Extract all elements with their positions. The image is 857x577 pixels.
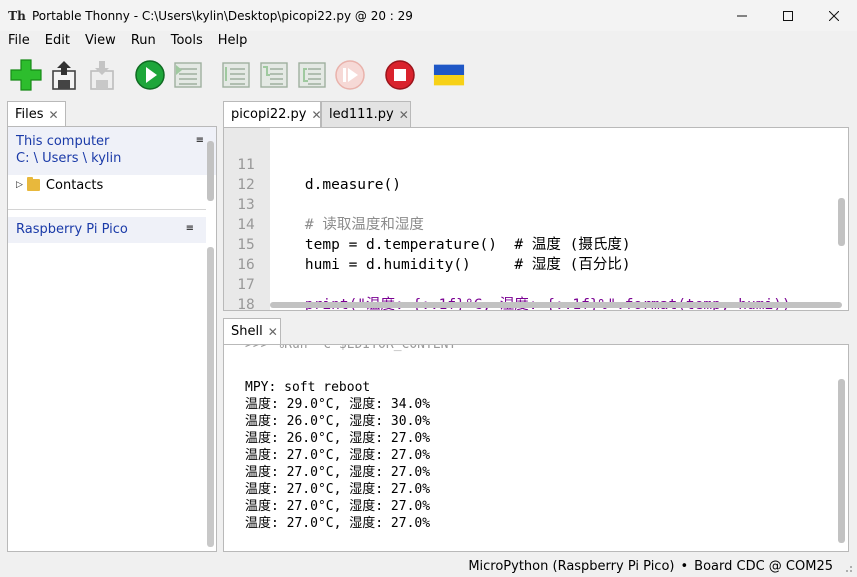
menu-view[interactable]: View xyxy=(77,31,123,51)
step-over-button[interactable] xyxy=(220,59,252,91)
code-line[interactable]: 15 humi = d.humidity() # 湿度 (百分比) xyxy=(224,215,844,273)
window-controls xyxy=(719,0,857,31)
shell-previous-command: >>> %Run -c $EDITOR_CONTENT xyxy=(245,344,457,352)
stop-button[interactable] xyxy=(384,59,416,91)
device-label[interactable]: Raspberry Pi Pico xyxy=(16,221,198,238)
device-scrollbar[interactable] xyxy=(207,247,214,547)
window-title: Portable Thonny - C:\Users\kylin\Desktop… xyxy=(32,8,413,23)
menu-file[interactable]: File xyxy=(0,31,37,51)
files-scrollbar[interactable] xyxy=(207,141,214,201)
expand-triangle-icon[interactable]: ▷ xyxy=(16,180,23,190)
editor-tab-label: led111.py xyxy=(329,107,394,122)
close-icon xyxy=(829,10,839,21)
shell-tab-label: Shell xyxy=(231,324,263,339)
shell-output-line: 温度: 26.0°C, 湿度: 27.0% xyxy=(245,431,431,446)
device-menu-icon[interactable]: ≡ xyxy=(186,223,194,234)
new-file-icon xyxy=(10,59,42,91)
status-separator: • xyxy=(680,558,689,574)
new-file-button[interactable] xyxy=(10,59,42,91)
close-tab-icon[interactable]: ✕ xyxy=(311,108,321,122)
code-line[interactable]: 13 # 读取温度和湿度 xyxy=(224,175,844,233)
tab-shell[interactable]: Shell ✕ xyxy=(223,318,281,344)
close-tab-icon[interactable]: ✕ xyxy=(268,325,278,339)
save-icon xyxy=(90,61,114,90)
shell-output-line: 温度: 27.0°C, 湿度: 27.0% xyxy=(245,448,431,463)
this-computer-label[interactable]: This computer xyxy=(16,133,208,150)
file-item-name: Contacts xyxy=(45,177,104,193)
shell-output-line: 温度: 27.0°C, 湿度: 27.0% xyxy=(245,516,431,531)
close-window-button[interactable] xyxy=(811,0,857,31)
menu-tools[interactable]: Tools xyxy=(163,31,210,51)
debug-icon xyxy=(174,62,202,88)
tab-files-label: Files xyxy=(15,107,44,122)
code-line[interactable]: 12 xyxy=(224,155,844,193)
tab-led111[interactable]: led111.py ✕ xyxy=(321,101,411,127)
menu-bar: File Edit View Run Tools Help xyxy=(0,31,857,51)
code-line[interactable]: 14 temp = d.temperature() # 温度 (摄氏度) xyxy=(224,195,844,253)
interpreter-selector[interactable]: MicroPython (Raspberry Pi Pico) xyxy=(468,559,674,574)
code-editor[interactable]: 11 d.measure() 12 13 # 读取温度和湿度 14 temp =… xyxy=(223,127,849,311)
step-out-button[interactable] xyxy=(296,59,328,91)
editor-vertical-scrollbar[interactable] xyxy=(838,198,845,246)
ukraine-flag-icon xyxy=(433,64,465,86)
close-tab-icon[interactable]: ✕ xyxy=(399,108,409,122)
maximize-button[interactable] xyxy=(765,0,811,31)
shell-output-line: 温度: 27.0°C, 湿度: 27.0% xyxy=(245,465,431,480)
resize-grip-icon[interactable] xyxy=(843,563,853,573)
minimize-icon xyxy=(737,15,747,16)
shell-vertical-scrollbar[interactable] xyxy=(838,379,845,543)
code-line[interactable]: 16 xyxy=(224,235,844,273)
device-section: Raspberry Pi Pico ≡ xyxy=(8,217,206,243)
resume-icon xyxy=(335,60,365,90)
menu-edit[interactable]: Edit xyxy=(37,31,77,51)
port-selector[interactable]: Board CDC @ COM25 xyxy=(694,559,833,574)
debug-button[interactable] xyxy=(172,59,204,91)
editor-horizontal-scrollbar[interactable] xyxy=(270,302,842,308)
files-panel: This computer C: \ Users \ kylin ≡ ▷ Con… xyxy=(7,126,217,552)
shell-output-line: MPY: soft reboot xyxy=(245,380,371,395)
editor-tab-label: picopi22.py xyxy=(231,107,307,122)
load-button[interactable] xyxy=(48,59,80,91)
step-out-icon xyxy=(298,62,326,88)
current-path-breadcrumb[interactable]: C: \ Users \ kylin xyxy=(16,150,208,167)
menu-run[interactable]: Run xyxy=(123,31,163,51)
shell-output-line: 温度: 27.0°C, 湿度: 27.0% xyxy=(245,482,431,497)
code-line[interactable]: 17 print("温度: {:.1f}°C, 湿度: {:.1f}%".for… xyxy=(224,255,844,310)
tab-files[interactable]: Files ✕ xyxy=(7,101,66,127)
stop-icon xyxy=(385,60,415,90)
tab-picopi22[interactable]: picopi22.py ✕ xyxy=(223,101,322,127)
minimize-button[interactable] xyxy=(719,0,765,31)
shell-console[interactable]: >>> %Run -c $EDITOR_CONTENT MPY: soft re… xyxy=(223,344,849,552)
menu-help[interactable]: Help xyxy=(210,31,255,51)
close-tab-icon[interactable]: ✕ xyxy=(49,108,59,122)
load-icon xyxy=(52,61,76,90)
line-number: 18 xyxy=(237,297,255,311)
shell-output-line: 温度: 29.0°C, 湿度: 34.0% xyxy=(245,397,431,412)
step-into-button[interactable] xyxy=(258,59,290,91)
folder-icon xyxy=(26,177,40,191)
code-line[interactable]: 11 d.measure() xyxy=(224,135,844,193)
maximize-icon xyxy=(783,10,793,21)
shell-output-line: 温度: 26.0°C, 湿度: 30.0% xyxy=(245,414,431,429)
step-over-icon xyxy=(222,62,250,88)
step-into-icon xyxy=(260,62,288,88)
shell-output-line: 温度: 27.0°C, 湿度: 27.0% xyxy=(245,499,431,514)
run-icon xyxy=(135,60,165,90)
this-computer-section: This computer C: \ Users \ kylin ≡ xyxy=(8,127,216,175)
title-bar: Th Portable Thonny - C:\Users\kylin\Desk… xyxy=(0,0,857,31)
hamburger-menu-icon[interactable]: ≡ xyxy=(196,135,204,146)
status-bar: MicroPython (Raspberry Pi Pico) • Board … xyxy=(0,555,857,577)
file-list-item[interactable]: ▷ Contacts xyxy=(8,175,216,195)
resume-button[interactable] xyxy=(334,59,366,91)
toolbar xyxy=(0,55,857,97)
run-button[interactable] xyxy=(134,59,166,91)
ukraine-flag-button[interactable] xyxy=(433,59,465,91)
thonny-app-icon: Th xyxy=(8,8,26,23)
code-line[interactable]: 18 xyxy=(224,275,844,310)
save-button[interactable] xyxy=(86,59,118,91)
